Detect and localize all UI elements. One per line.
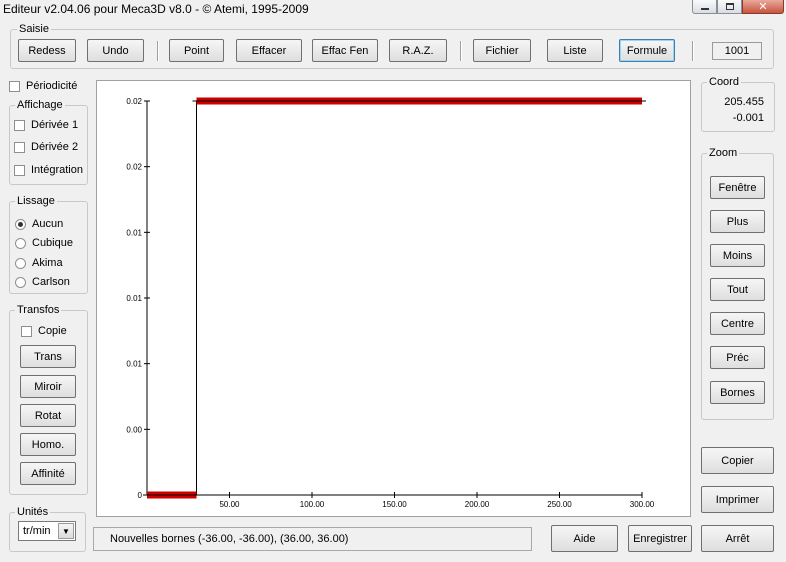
radio-circle[interactable] bbox=[15, 218, 26, 230]
y-tick-label: 0.01 bbox=[126, 360, 142, 369]
toolbar-separator bbox=[157, 41, 159, 61]
point-counter: 1001 bbox=[712, 42, 762, 60]
carlson-label: Carlson bbox=[32, 276, 70, 288]
cubique-label: Cubique bbox=[32, 237, 73, 249]
imprimer-button[interactable]: Imprimer bbox=[701, 486, 774, 513]
coord-x-value: 205.455 bbox=[724, 96, 764, 108]
checkbox-box[interactable] bbox=[14, 164, 25, 176]
y-tick-label: 0.01 bbox=[126, 228, 142, 237]
x-tick-label: 200.00 bbox=[465, 500, 490, 509]
periodicite-label: Périodicité bbox=[26, 80, 78, 92]
chevron-down-icon[interactable]: ▼ bbox=[58, 523, 74, 539]
derivee1-label: Dérivée 1 bbox=[31, 119, 79, 131]
fichier-button[interactable]: Fichier bbox=[473, 39, 531, 62]
checkbox-box[interactable] bbox=[9, 80, 20, 92]
zoom-label: Zoom bbox=[707, 147, 740, 159]
affichage-label: Affichage bbox=[15, 99, 65, 111]
arret-button[interactable]: Arrêt bbox=[701, 525, 774, 552]
miroir-button[interactable]: Miroir bbox=[20, 375, 76, 398]
integration-checkbox[interactable]: Intégration bbox=[14, 164, 83, 176]
toolbar-separator bbox=[460, 41, 462, 61]
formule-button[interactable]: Formule bbox=[619, 39, 675, 62]
undo-button[interactable]: Undo bbox=[87, 39, 144, 62]
derivee1-checkbox[interactable]: Dérivée 1 bbox=[14, 119, 78, 131]
radio-circle[interactable] bbox=[15, 257, 26, 269]
periodicite-checkbox[interactable]: Périodicité bbox=[9, 80, 77, 92]
radio-circle[interactable] bbox=[15, 237, 26, 249]
maximize-icon bbox=[725, 3, 734, 10]
zoom-fenetre-button[interactable]: Fenêtre bbox=[710, 176, 765, 199]
series-line bbox=[147, 100, 642, 496]
unites-select[interactable]: tr/min ▼ bbox=[18, 521, 76, 541]
title-bar: Editeur v2.04.06 pour Meca3D v8.0 - © At… bbox=[0, 0, 786, 18]
close-icon: ✕ bbox=[758, 0, 768, 13]
x-tick-label: 50.00 bbox=[219, 500, 240, 509]
checkbox-box[interactable] bbox=[21, 325, 32, 337]
zoom-bornes-button[interactable]: Bornes bbox=[710, 381, 765, 404]
aucun-label: Aucun bbox=[32, 218, 64, 230]
x-tick-label: 250.00 bbox=[547, 500, 572, 509]
aide-button[interactable]: Aide bbox=[551, 525, 618, 552]
saisie-label: Saisie bbox=[17, 23, 51, 35]
point-button[interactable]: Point bbox=[169, 39, 224, 62]
checkbox-box[interactable] bbox=[14, 141, 25, 153]
y-tick-label: 0.02 bbox=[126, 163, 142, 172]
y-tick-label: 0.01 bbox=[126, 294, 142, 303]
enregistrer-button[interactable]: Enregistrer bbox=[628, 525, 692, 552]
zoom-centre-button[interactable]: Centre bbox=[710, 312, 765, 335]
lissage-option-akima[interactable]: Akima bbox=[15, 257, 63, 269]
copie-checkbox[interactable]: Copie bbox=[21, 325, 67, 337]
effacer-button[interactable]: Effacer bbox=[236, 39, 302, 62]
maximize-button[interactable] bbox=[717, 0, 742, 14]
akima-label: Akima bbox=[32, 257, 63, 269]
rotat-button[interactable]: Rotat bbox=[20, 404, 76, 427]
affinite-button[interactable]: Affinité bbox=[20, 462, 76, 485]
trans-button[interactable]: Trans bbox=[20, 345, 76, 368]
x-tick-label: 150.00 bbox=[382, 500, 407, 509]
lissage-option-aucun[interactable]: Aucun bbox=[15, 218, 63, 230]
derivee2-label: Dérivée 2 bbox=[31, 141, 79, 153]
y-tick-label: 0.00 bbox=[126, 425, 142, 434]
minimize-icon bbox=[700, 7, 709, 10]
homo-button[interactable]: Homo. bbox=[20, 433, 76, 456]
zoom-prec-button[interactable]: Préc bbox=[710, 346, 765, 369]
coord-label: Coord bbox=[707, 76, 741, 88]
graph-canvas[interactable]: 0 0.00 0.01 0.01 0.01 0.02 0.02 50.00 100.00 150.… bbox=[96, 80, 691, 517]
chart-svg[interactable]: 0 0.00 0.01 0.01 0.01 0.02 0.02 50.00 100.00 150.… bbox=[97, 81, 692, 518]
close-button[interactable]: ✕ bbox=[742, 0, 784, 14]
window-controls: ✕ bbox=[692, 0, 784, 14]
zoom-moins-button[interactable]: Moins bbox=[710, 244, 765, 267]
checkbox-box[interactable] bbox=[14, 119, 25, 131]
radio-circle[interactable] bbox=[15, 276, 26, 288]
minimize-button[interactable] bbox=[692, 0, 717, 14]
x-tick-label: 100.00 bbox=[300, 500, 325, 509]
copier-button[interactable]: Copier bbox=[701, 447, 774, 474]
copie-label: Copie bbox=[38, 325, 67, 337]
y-tick-label: 0 bbox=[138, 491, 143, 500]
lissage-option-cubique[interactable]: Cubique bbox=[15, 237, 73, 249]
toolbar-separator bbox=[692, 41, 694, 61]
liste-button[interactable]: Liste bbox=[547, 39, 603, 62]
coord-y-value: -0.001 bbox=[732, 112, 764, 124]
effac-fen-button[interactable]: Effac Fen bbox=[312, 39, 378, 62]
redess-button[interactable]: Redess bbox=[18, 39, 76, 62]
unites-label: Unités bbox=[15, 506, 51, 518]
integration-label: Intégration bbox=[31, 164, 83, 176]
zoom-tout-button[interactable]: Tout bbox=[710, 278, 765, 301]
derivee2-checkbox[interactable]: Dérivée 2 bbox=[14, 141, 78, 153]
window-title: Editeur v2.04.06 pour Meca3D v8.0 - © At… bbox=[3, 2, 309, 16]
lissage-label: Lissage bbox=[15, 195, 57, 207]
unites-value: tr/min bbox=[23, 525, 51, 537]
raz-button[interactable]: R.A.Z. bbox=[389, 39, 447, 62]
zoom-plus-button[interactable]: Plus bbox=[710, 210, 765, 233]
coord-group: Coord 205.455 -0.001 bbox=[701, 76, 775, 132]
status-bar: Nouvelles bornes (-36.00, -36.00), (36.0… bbox=[93, 527, 532, 551]
y-tick-label: 0.02 bbox=[126, 97, 142, 106]
x-tick-label: 300.00 bbox=[630, 500, 655, 509]
transfos-label: Transfos bbox=[15, 304, 62, 316]
lissage-option-carlson[interactable]: Carlson bbox=[15, 276, 70, 288]
